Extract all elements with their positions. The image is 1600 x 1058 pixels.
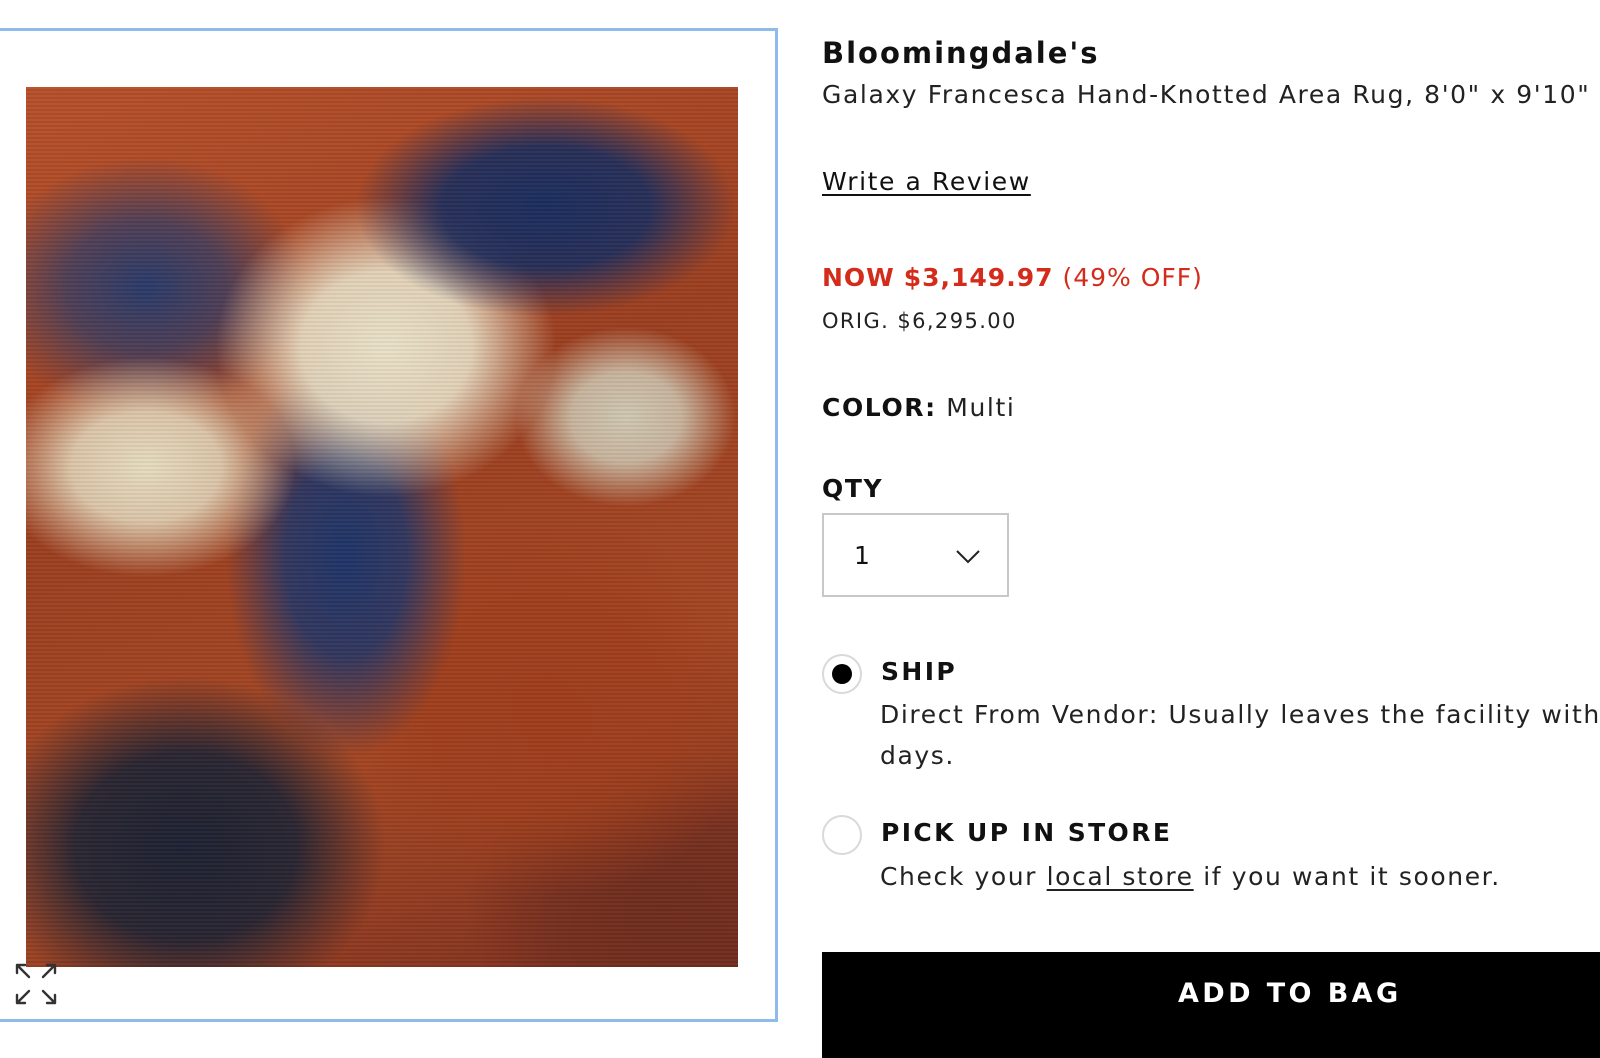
- expand-image-button[interactable]: [3, 953, 69, 1015]
- ship-description: Direct From Vendor: Usually leaves the f…: [880, 694, 1600, 776]
- ship-title: SHIP: [881, 657, 958, 686]
- local-store-link[interactable]: local store: [1047, 862, 1194, 891]
- sale-price-amount: $3,149.97: [903, 263, 1054, 292]
- product-title: Galaxy Francesca Hand-Knotted Area Rug, …: [822, 80, 1591, 109]
- chevron-down-icon: [956, 550, 980, 564]
- pickup-desc-before: Check your: [880, 862, 1038, 891]
- expand-icon: [15, 963, 57, 1005]
- pickup-title: PICK UP IN STORE: [881, 818, 1173, 847]
- discount-percent: (49% OFF): [1062, 263, 1203, 292]
- sale-price-prefix: NOW: [822, 263, 895, 292]
- brand-name[interactable]: Bloomingdale's: [822, 36, 1100, 70]
- product-image-frame: [0, 28, 778, 1022]
- sale-price: NOW $3,149.97 (49% OFF): [822, 263, 1203, 292]
- original-price: ORIG. $6,295.00: [822, 309, 1017, 333]
- color-info: COLOR: Multi: [822, 393, 1015, 422]
- ship-description-line2: days.: [880, 741, 955, 770]
- product-image-rug[interactable]: [26, 87, 738, 967]
- color-label: COLOR:: [822, 393, 937, 422]
- radio-selected-dot: [832, 664, 852, 684]
- pickup-radio[interactable]: [822, 815, 862, 855]
- write-review-link[interactable]: Write a Review: [822, 167, 1031, 196]
- add-to-bag-label: ADD TO BAG: [1178, 978, 1402, 1009]
- qty-label: QTY: [822, 474, 884, 503]
- qty-value: 1: [854, 541, 870, 570]
- color-value: Multi: [946, 393, 1016, 422]
- pickup-desc-after: if you want it sooner.: [1203, 862, 1501, 891]
- qty-dropdown[interactable]: 1: [822, 513, 1009, 597]
- pickup-description: Check your local store if you want it so…: [880, 856, 1600, 897]
- ship-description-line1: Direct From Vendor: Usually leaves the f…: [880, 700, 1600, 729]
- add-to-bag-button[interactable]: ADD TO BAG: [822, 952, 1600, 1058]
- ship-radio[interactable]: [822, 654, 862, 694]
